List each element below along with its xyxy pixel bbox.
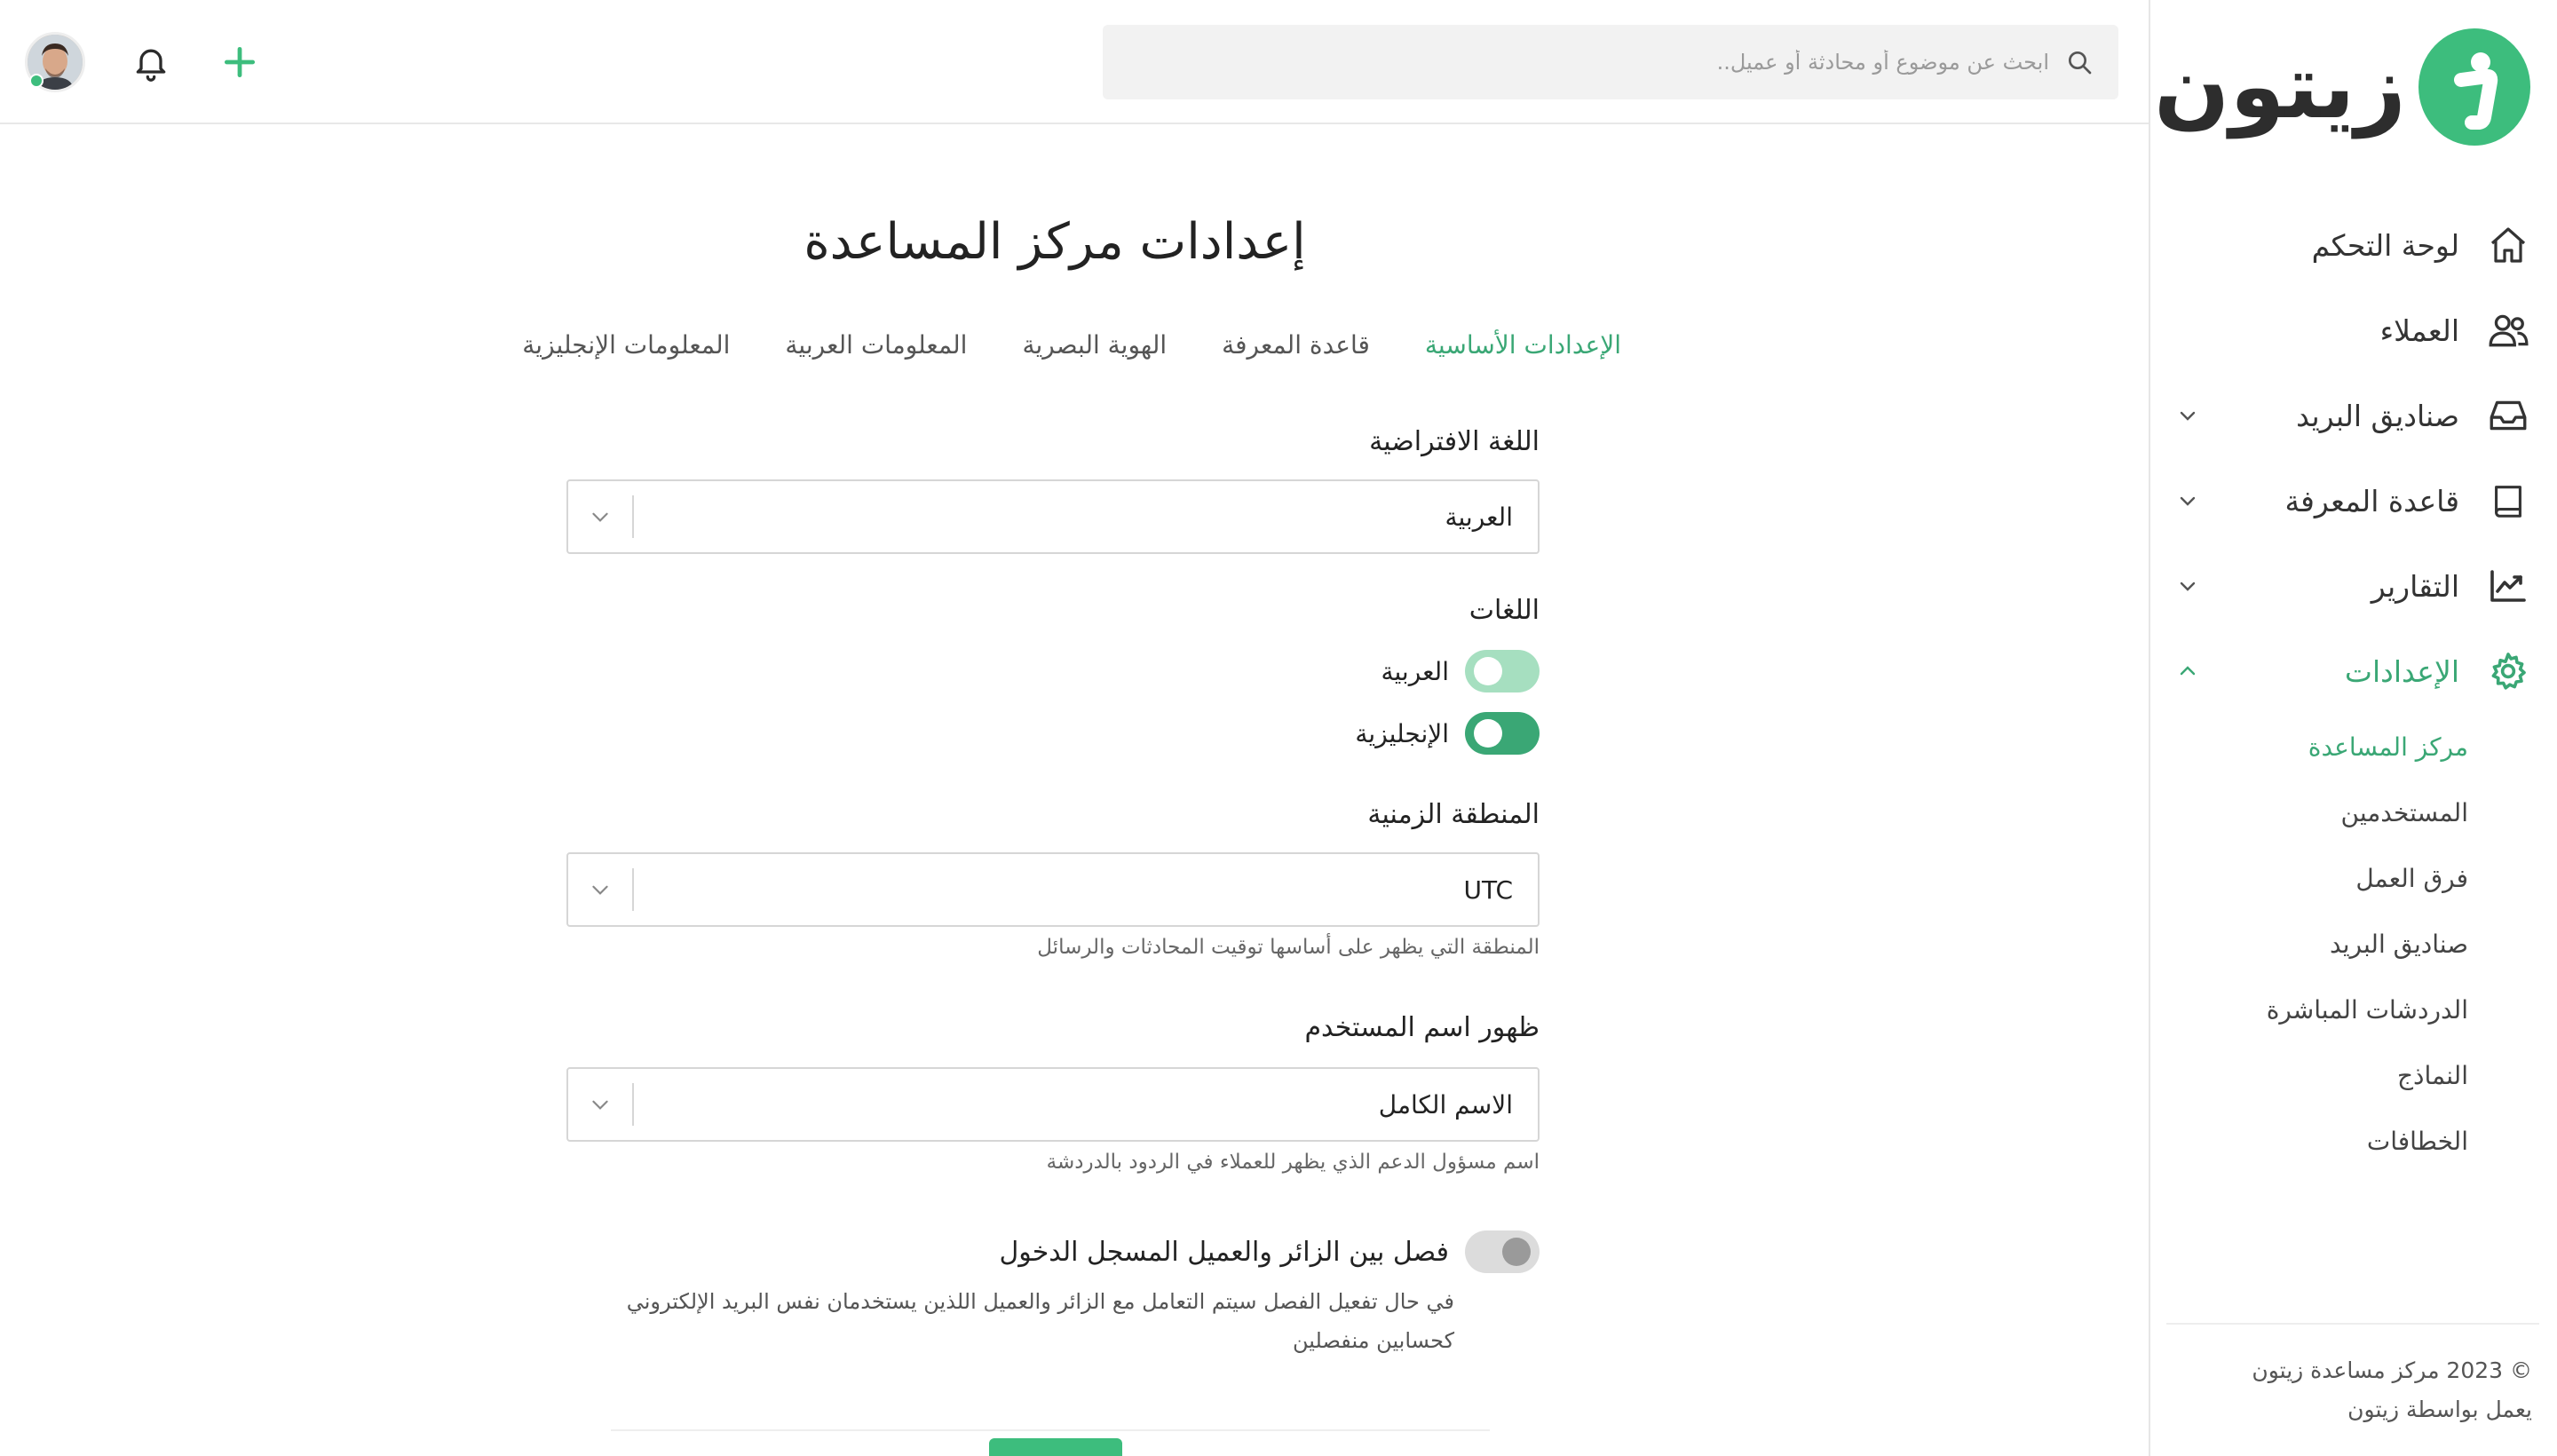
settings-submenu: مركز المساعدة المستخدمين فرق العمل صنادي… (2149, 714, 2557, 1174)
select-divider (632, 1083, 634, 1126)
sidebar-item-label: الإعدادات (2344, 653, 2459, 689)
languages-label: اللغات (1468, 595, 1540, 626)
toggle-knob (1474, 657, 1502, 685)
sidebar-subitem-webhooks[interactable]: الخطافات (2149, 1108, 2468, 1174)
chevron-down-icon (568, 505, 632, 528)
description-line: كحسابين منفصلين (1293, 1328, 1454, 1353)
brand-name: زيتون (2154, 35, 2408, 138)
toggle-knob (1502, 1238, 1531, 1266)
online-status-dot (29, 74, 44, 88)
separate-visitor-row: فصل بين الزائر والعميل المسجل الدخول (999, 1230, 1540, 1273)
tab-english-info[interactable]: المعلومات الإنجليزية (522, 330, 730, 360)
select-value: UTC (1463, 874, 1513, 905)
users-icon (2484, 306, 2532, 354)
sidebar-subitem-teams[interactable]: فرق العمل (2149, 845, 2468, 911)
sidebar-item-customers[interactable]: العملاء (2149, 288, 2557, 373)
language-toggle-arabic[interactable] (1465, 650, 1540, 692)
sidebar: زيتون لوحة التحكم العملاء صناديق البريد (2149, 0, 2557, 1456)
select-divider (632, 495, 634, 538)
username-display-label: ظهور اسم المستخدم (1304, 1012, 1540, 1043)
username-display-select[interactable]: الاسم الكامل (566, 1067, 1540, 1142)
sidebar-item-reports[interactable]: التقارير (2149, 543, 2557, 629)
inbox-icon (2484, 392, 2532, 439)
search-bar[interactable] (1103, 25, 2118, 99)
app-root: زيتون لوحة التحكم العملاء صناديق البريد (0, 0, 2557, 1456)
top-actions (25, 0, 265, 124)
language-toggle-english-row: الإنجليزية (1355, 712, 1540, 755)
gear-icon (2484, 647, 2532, 695)
home-icon (2484, 221, 2532, 269)
language-toggle-english[interactable] (1465, 712, 1540, 755)
sidebar-item-dashboard[interactable]: لوحة التحكم (2149, 202, 2557, 288)
settings-tabs: الإعدادات الأساسية قاعدة المعرفة الهوية … (522, 330, 1621, 360)
search-icon (2062, 44, 2097, 80)
timezone-select[interactable]: UTC (566, 852, 1540, 927)
brand-logo[interactable]: زيتون (2154, 25, 2530, 149)
top-bar (0, 0, 2149, 124)
sidebar-nav: لوحة التحكم العملاء صناديق البريد قاعدة … (2149, 202, 2557, 1174)
logo-mark-icon (2418, 28, 2530, 146)
tab-knowledge-base[interactable]: قاعدة المعرفة (1222, 330, 1370, 360)
language-toggle-arabic-row: العربية (1381, 650, 1540, 692)
tab-basic-settings[interactable]: الإعدادات الأساسية (1425, 330, 1621, 360)
chevron-down-icon (568, 1093, 632, 1116)
bell-icon[interactable] (126, 37, 176, 87)
copyright-text: © 2023 مركز مساعدة زيتون (2252, 1357, 2532, 1383)
chevron-down-icon[interactable] (2173, 487, 2202, 515)
toggle-label: العربية (1381, 656, 1449, 686)
sidebar-item-settings[interactable]: الإعدادات (2149, 629, 2557, 714)
book-icon (2484, 477, 2532, 525)
tab-arabic-info[interactable]: المعلومات العربية (785, 330, 967, 360)
main-content: إعدادات مركز المساعدة الإعدادات الأساسية… (0, 124, 2149, 1456)
sidebar-item-label: التقارير (2371, 568, 2459, 604)
toggle-label: الإنجليزية (1355, 718, 1449, 748)
separate-visitor-label: فصل بين الزائر والعميل المسجل الدخول (999, 1236, 1449, 1268)
chevron-up-icon[interactable] (2173, 657, 2202, 685)
sidebar-item-label: العملاء (2379, 313, 2459, 348)
toggle-knob (1474, 719, 1502, 748)
chart-icon (2484, 562, 2532, 610)
sidebar-footer: © 2023 مركز مساعدة زيتون يعمل بواسطة زيت… (2166, 1323, 2539, 1456)
timezone-label: المنطقة الزمنية (1367, 799, 1540, 830)
separate-visitor-description: في حال تفعيل الفصل سيتم التعامل مع الزائ… (584, 1282, 1454, 1360)
username-display-help: اسم مسؤول الدعم الذي يظهر للعملاء في الر… (1046, 1151, 1540, 1174)
save-button[interactable] (989, 1438, 1122, 1456)
sidebar-subitem-help-center[interactable]: مركز المساعدة (2149, 714, 2468, 779)
avatar[interactable] (25, 32, 85, 92)
default-language-select[interactable]: العربية (566, 479, 1540, 554)
select-divider (632, 868, 634, 911)
page-title: إعدادات مركز المساعدة (804, 213, 1306, 271)
default-language-label: اللغة الافتراضية (1369, 426, 1540, 457)
sidebar-subitem-users[interactable]: المستخدمين (2149, 779, 2468, 845)
timezone-help: المنطقة التي يظهر على أساسها توقيت المحا… (1037, 936, 1540, 959)
chevron-down-icon[interactable] (2173, 572, 2202, 600)
sidebar-subitem-mailboxes[interactable]: صناديق البريد (2149, 911, 2468, 977)
sidebar-item-mailboxes[interactable]: صناديق البريد (2149, 373, 2557, 458)
sidebar-item-label: لوحة التحكم (2311, 227, 2459, 263)
sidebar-item-label: صناديق البريد (2296, 398, 2459, 433)
sidebar-subitem-live-chats[interactable]: الدردشات المباشرة (2149, 977, 2468, 1042)
search-input[interactable] (1103, 50, 2049, 75)
sidebar-subitem-forms[interactable]: النماذج (2149, 1042, 2468, 1108)
plus-icon[interactable] (215, 37, 265, 87)
select-value: الاسم الكامل (1378, 1089, 1513, 1120)
sidebar-item-label: قاعدة المعرفة (2284, 483, 2459, 518)
tab-visual-identity[interactable]: الهوية البصرية (1022, 330, 1167, 360)
sidebar-item-knowledge-base[interactable]: قاعدة المعرفة (2149, 458, 2557, 543)
powered-by-text: يعمل بواسطة زيتون (2347, 1397, 2532, 1422)
form-divider (611, 1429, 1490, 1431)
chevron-down-icon[interactable] (2173, 401, 2202, 430)
description-line: في حال تفعيل الفصل سيتم التعامل مع الزائ… (626, 1289, 1454, 1314)
select-value: العربية (1445, 502, 1513, 532)
separate-visitor-toggle[interactable] (1465, 1230, 1540, 1273)
chevron-down-icon (568, 878, 632, 901)
